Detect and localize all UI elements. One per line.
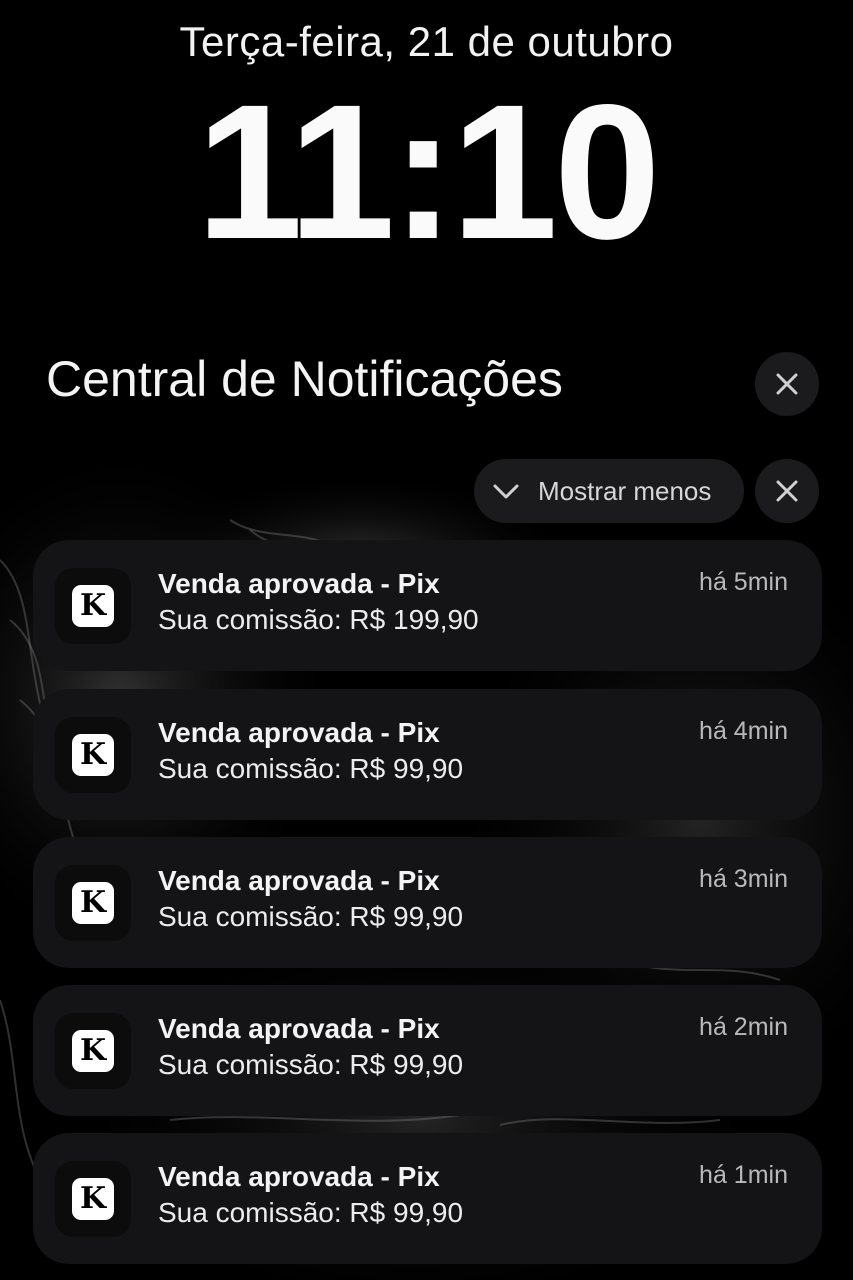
app-icon: K	[55, 1161, 131, 1237]
lockscreen-clock: 11:10	[196, 64, 660, 279]
notification-time: há 1min	[699, 1161, 788, 1189]
notification-body: Sua comissão: R$ 99,90	[158, 753, 464, 784]
notification-title: Venda aprovada - Pix	[158, 1013, 440, 1044]
notification-title: Venda aprovada - Pix	[158, 865, 440, 896]
close-icon	[776, 373, 798, 395]
close-icon	[776, 480, 798, 502]
notification-time: há 5min	[699, 568, 788, 596]
notification-center-title: Central de Notificações	[46, 351, 563, 407]
app-logo: K	[72, 1030, 114, 1072]
app-icon: K	[55, 865, 131, 941]
show-less-button[interactable]: Mostrar menos	[474, 459, 744, 523]
app-logo: K	[72, 734, 114, 776]
app-icon: K	[55, 1013, 131, 1089]
notification-title: Venda aprovada - Pix	[158, 1161, 440, 1192]
notification-card[interactable]: K Venda aprovada - Pix Sua comissão: R$ …	[33, 837, 822, 968]
notification-title: Venda aprovada - Pix	[158, 717, 440, 748]
notification-title: Venda aprovada - Pix	[158, 568, 440, 599]
chevron-down-icon	[493, 484, 519, 499]
app-icon: K	[55, 568, 131, 644]
notification-time: há 2min	[699, 1013, 788, 1041]
notification-body: Sua comissão: R$ 99,90	[158, 901, 464, 932]
group-clear-button[interactable]	[755, 459, 819, 523]
notification-center-clear-button[interactable]	[755, 352, 819, 416]
app-icon: K	[55, 717, 131, 793]
notification-card[interactable]: K Venda aprovada - Pix Sua comissão: R$ …	[33, 1133, 822, 1264]
notification-card[interactable]: K Venda aprovada - Pix Sua comissão: R$ …	[33, 985, 822, 1116]
app-logo: K	[72, 1178, 114, 1220]
notification-time: há 4min	[699, 717, 788, 745]
notification-body: Sua comissão: R$ 99,90	[158, 1049, 464, 1080]
notification-body: Sua comissão: R$ 99,90	[158, 1197, 464, 1228]
notification-card[interactable]: K Venda aprovada - Pix Sua comissão: R$ …	[33, 540, 822, 671]
app-logo: K	[72, 585, 114, 627]
notification-body: Sua comissão: R$ 199,90	[158, 604, 479, 635]
show-less-label: Mostrar menos	[538, 475, 712, 506]
lockscreen-date: Terça-feira, 21 de outubro	[179, 18, 674, 65]
notification-time: há 3min	[699, 865, 788, 893]
notification-card[interactable]: K Venda aprovada - Pix Sua comissão: R$ …	[33, 689, 822, 820]
app-logo: K	[72, 882, 114, 924]
